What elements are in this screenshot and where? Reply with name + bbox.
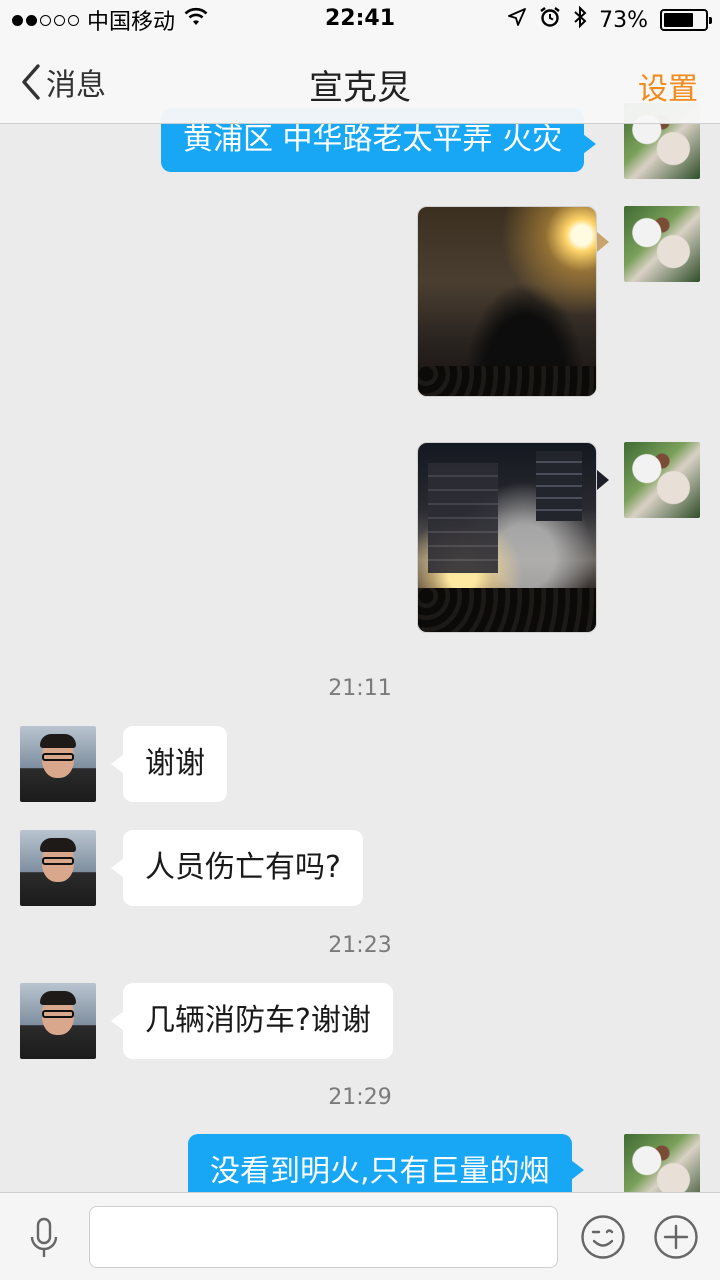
plus-icon: [654, 1215, 698, 1259]
emoji-button[interactable]: [580, 1214, 626, 1260]
emoji-icon: [581, 1215, 625, 1259]
photo-building: [536, 451, 582, 521]
voice-input-button[interactable]: [24, 1215, 64, 1261]
my-avatar[interactable]: [624, 442, 700, 518]
avatar-hair: [40, 991, 76, 1005]
battery-percent: 73%: [599, 7, 648, 33]
location-icon: [507, 7, 527, 33]
incoming-message-bubble[interactable]: 谢谢: [111, 726, 227, 802]
my-avatar[interactable]: [624, 206, 700, 282]
photo-crowd-silhouette: [418, 588, 596, 632]
status-right: 73%: [507, 5, 712, 35]
photo-crowd-silhouette: [418, 366, 596, 396]
timestamp: 21:23: [328, 933, 392, 958]
my-avatar[interactable]: [624, 1134, 700, 1192]
timestamp: 21:29: [328, 1085, 392, 1110]
avatar-glasses: [42, 857, 74, 865]
sent-photo-street-fire[interactable]: [417, 206, 597, 397]
battery-fill: [664, 13, 694, 27]
battery-icon: [660, 9, 712, 31]
status-bar: 中国移动 22:41 73%: [0, 0, 720, 40]
outgoing-message-bubble[interactable]: 没看到明火,只有巨量的烟: [188, 1134, 584, 1192]
conversation-title: 宣克炅: [309, 68, 411, 108]
message-text: 没看到明火,只有巨量的烟: [210, 1154, 550, 1189]
message-text-input[interactable]: [89, 1206, 558, 1268]
chat-area[interactable]: 黄浦区 中华路老太平弄 火灾 21:11 谢谢 人员伤亡有吗? 21:23 几辆…: [0, 0, 720, 1192]
avatar-glasses: [42, 753, 74, 761]
microphone-icon: [30, 1217, 58, 1257]
timestamp: 21:11: [328, 676, 392, 701]
contact-avatar[interactable]: [20, 726, 96, 802]
avatar-hair: [40, 734, 76, 748]
more-options-button[interactable]: [653, 1214, 699, 1260]
settings-button[interactable]: 设置: [638, 64, 698, 108]
message-text: 谢谢: [145, 746, 205, 781]
message-text: 人员伤亡有吗?: [145, 850, 341, 885]
sent-photo-smoke-crowd[interactable]: [417, 442, 597, 633]
contact-avatar[interactable]: [20, 983, 96, 1059]
message-text: 黄浦区 中华路老太平弄 火灾: [183, 122, 563, 157]
navigation-bar: 消息 宣克炅 设置: [0, 40, 720, 124]
photo-building: [428, 463, 498, 573]
alarm-icon: [539, 6, 561, 34]
photo-bubble-tail: [597, 232, 609, 252]
contact-avatar[interactable]: [20, 830, 96, 906]
avatar-hair: [40, 838, 76, 852]
message-text: 几辆消防车?谢谢: [145, 1003, 371, 1038]
bluetooth-icon: [573, 5, 587, 35]
photo-bubble-tail: [597, 470, 609, 490]
incoming-message-bubble[interactable]: 人员伤亡有吗?: [111, 830, 363, 906]
avatar-glasses: [42, 1010, 74, 1018]
message-input-bar: [0, 1192, 720, 1280]
incoming-message-bubble[interactable]: 几辆消防车?谢谢: [111, 983, 393, 1059]
